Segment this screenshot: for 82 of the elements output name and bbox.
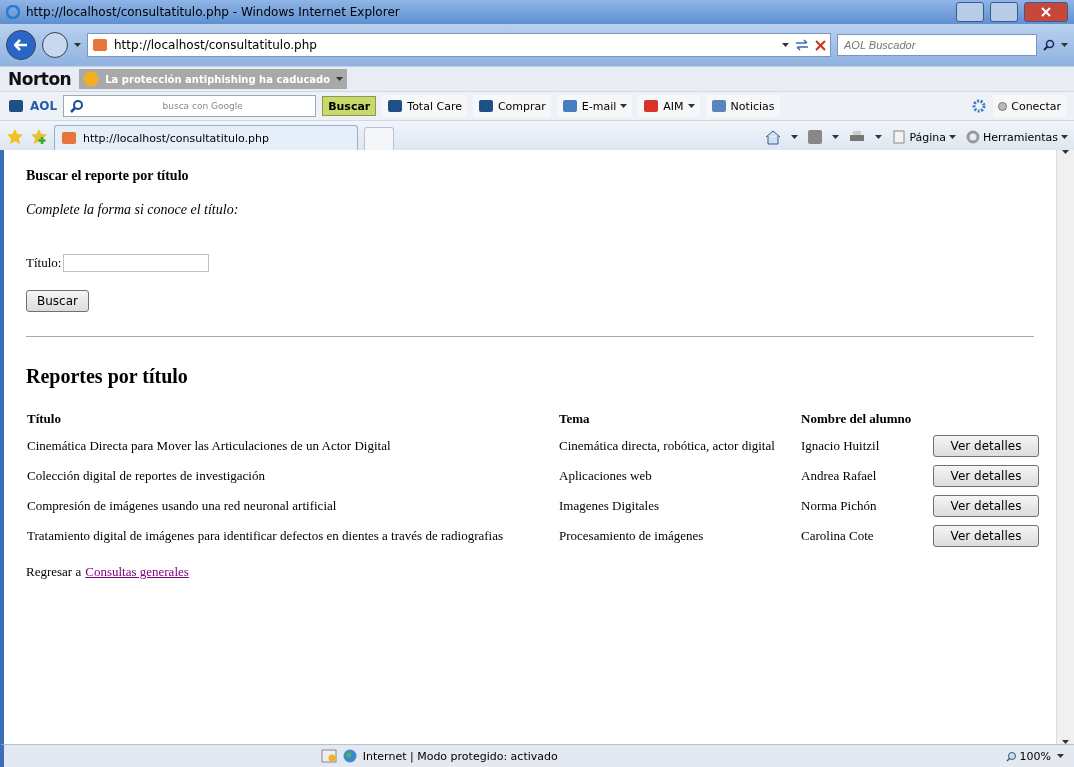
scrollbar[interactable] — [1056, 150, 1074, 744]
table-cell-text: Tratamiento digital de imágenes para identificar defectos en dientes a través de radiografias — [26, 527, 504, 545]
table-cell-text: Procesamiento de imágenes — [558, 527, 705, 545]
caret-icon — [1057, 754, 1064, 758]
table-cell-text: Imagenes Digitales — [558, 497, 660, 515]
search-button[interactable]: Buscar — [322, 96, 377, 116]
alert-text: La protección antiphishing ha caducado — [105, 73, 331, 85]
details-button[interactable]: Ver detalles — [933, 495, 1039, 517]
caret-icon — [1061, 135, 1068, 139]
zoom-button[interactable]: 100% — [1005, 749, 1051, 763]
caret-icon — [620, 104, 628, 108]
aol-logo: AOL — [30, 99, 58, 113]
column-header: Título — [26, 410, 62, 428]
browser-tab[interactable]: http://localhost/consultatitulo.php — [54, 125, 358, 150]
help-icon — [83, 71, 100, 87]
zoom-icon — [1005, 750, 1017, 762]
maximize-button[interactable] — [990, 2, 1018, 22]
caret-icon — [832, 135, 840, 139]
instructions-text: Complete la forma si conoce el título: — [26, 202, 240, 218]
table-cell-text: Colección digital de reportes de investigación — [26, 467, 266, 485]
close-icon — [1041, 7, 1051, 17]
globe-icon — [342, 749, 357, 763]
search-icon[interactable] — [1043, 39, 1055, 51]
norton-logo: Norton — [8, 69, 72, 89]
toolbar-button[interactable]: Comprar — [472, 95, 551, 117]
caret-icon — [336, 77, 344, 81]
window-title: http://localhost/consultatitulo.php - Windows Internet Explorer — [26, 5, 401, 19]
minimize-button[interactable] — [956, 2, 984, 22]
forward-button[interactable] — [42, 32, 68, 58]
title-label: Título: — [26, 255, 62, 271]
caret-icon — [1061, 43, 1068, 47]
title-input[interactable] — [63, 254, 210, 272]
zone-text: Internet | Modo protegido: activado — [362, 749, 559, 763]
url-text: http://localhost/consultatitulo.php — [114, 38, 318, 52]
search-button[interactable]: Buscar — [26, 290, 89, 312]
toolbar-button[interactable]: Noticias — [705, 95, 780, 117]
google-search-field[interactable]: busca con Google — [63, 95, 317, 117]
section-heading: Reportes por título — [26, 365, 189, 388]
back-button[interactable] — [6, 30, 36, 60]
toolbar-button[interactable]: E-mail — [556, 95, 633, 117]
connect-button[interactable]: Conectar — [993, 95, 1066, 117]
home-icon[interactable] — [765, 129, 782, 145]
details-button[interactable]: Ver detalles — [933, 435, 1039, 457]
search-field[interactable]: AOL Buscador — [837, 34, 1037, 56]
favorites-star-icon[interactable] — [6, 128, 24, 146]
command-menu-button[interactable]: Herramientas — [966, 130, 1068, 144]
add-favorite-icon[interactable] — [30, 128, 48, 146]
table-cell-text: Carolina Cote — [800, 527, 875, 545]
search-hint: busca con Google — [161, 101, 244, 111]
refresh-icon[interactable] — [795, 39, 809, 51]
search-icon — [70, 99, 85, 113]
close-button[interactable] — [1024, 2, 1068, 22]
table-cell-text: Compresión de imágenes usando una red neuronal artificial — [26, 497, 338, 515]
column-header: Nombre del alumno — [800, 410, 913, 428]
printer-icon[interactable] — [849, 130, 866, 144]
caret-icon — [782, 43, 789, 47]
caret-icon — [875, 135, 883, 139]
toolbar-button[interactable]: AIM — [638, 95, 700, 117]
table-cell-text: Ignacio Huitzil — [800, 437, 881, 455]
status-dot-icon — [998, 101, 1008, 111]
caret-icon — [949, 135, 957, 139]
table-cell-text: Norma Pichón — [800, 497, 878, 515]
search-heading: Buscar el reporte por título — [26, 168, 190, 184]
details-button[interactable]: Ver detalles — [933, 465, 1039, 487]
tab-title: http://localhost/consultatitulo.php — [83, 131, 270, 145]
column-header: Tema — [558, 410, 591, 428]
protected-mode-icon — [320, 749, 337, 763]
back-arrow-icon — [14, 39, 28, 51]
general-queries-link[interactable]: Consultas generales — [85, 564, 189, 580]
caret-icon — [791, 135, 799, 139]
history-caret-icon — [74, 43, 81, 47]
details-button[interactable]: Ver detalles — [933, 525, 1039, 547]
table-cell-text: Cinemática directa, robótica, actor digital — [558, 437, 776, 455]
back-text: Regresar a — [26, 564, 82, 580]
table-cell-text: Aplicaciones web — [558, 467, 653, 485]
caret-icon — [687, 104, 695, 108]
toolbar-button[interactable]: Total Care — [382, 95, 467, 117]
stop-icon[interactable] — [815, 39, 826, 51]
table-cell-text: Andrea Rafael — [800, 467, 878, 485]
address-field[interactable]: http://localhost/consultatitulo.php — [87, 33, 831, 57]
command-menu-button[interactable]: Página — [892, 130, 957, 144]
table-cell-text: Cinemática Directa para Mover las Articulaciones de un Actor Digital — [26, 437, 392, 455]
